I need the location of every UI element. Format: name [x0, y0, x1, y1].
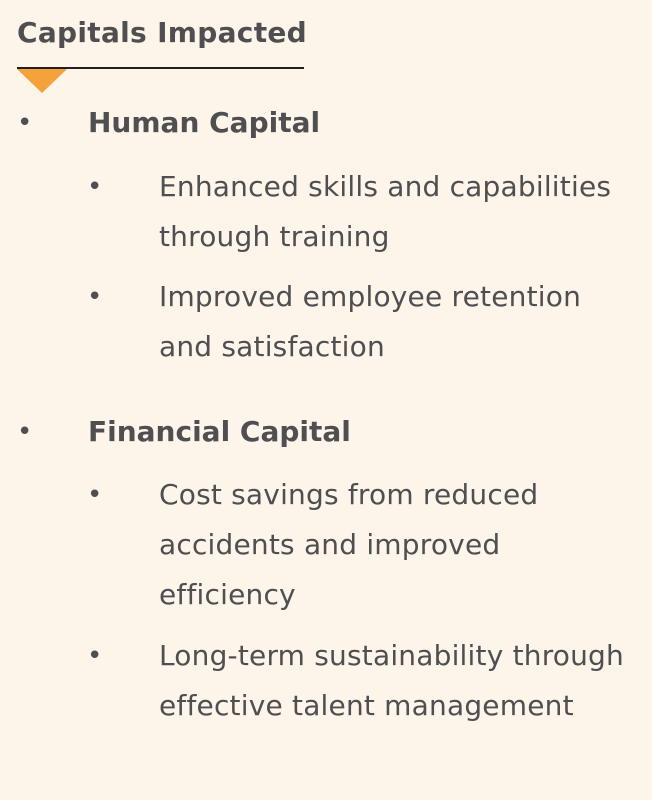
capital-title: Financial Capital — [88, 415, 351, 448]
capital-title: Human Capital — [88, 106, 321, 139]
bullet-icon: • — [17, 108, 33, 138]
section-heading: Capitals Impacted — [17, 12, 308, 93]
list-item-text: Cost savings from reduced accidents and … — [159, 478, 539, 611]
list-item-text: Improved employee retention and satisfac… — [159, 280, 582, 363]
list-item: • Long-term sustainability through effec… — [0, 631, 652, 731]
bullet-icon: • — [87, 282, 103, 312]
list-item: • Enhanced skills and capabilities throu… — [0, 162, 652, 262]
list-item-text: Long-term sustainability through effecti… — [159, 639, 624, 722]
page-title: Capitals Impacted — [17, 16, 308, 49]
orange-triangle-marker-icon — [17, 69, 67, 93]
bullet-icon: • — [87, 480, 103, 510]
bullet-icon: • — [87, 172, 103, 202]
page: Capitals Impacted • Human Capital • Enha… — [0, 0, 652, 800]
bullet-icon: • — [17, 417, 33, 447]
list-item: • Cost savings from reduced accidents an… — [0, 470, 652, 620]
list-item: • Improved employee retention and satisf… — [0, 272, 652, 372]
list-item-text: Enhanced skills and capabilities through… — [159, 170, 612, 253]
capital-item-list: • Enhanced skills and capabilities throu… — [0, 162, 652, 372]
bullet-icon: • — [87, 641, 103, 671]
capital-item-list: • Cost savings from reduced accidents an… — [0, 470, 652, 731]
